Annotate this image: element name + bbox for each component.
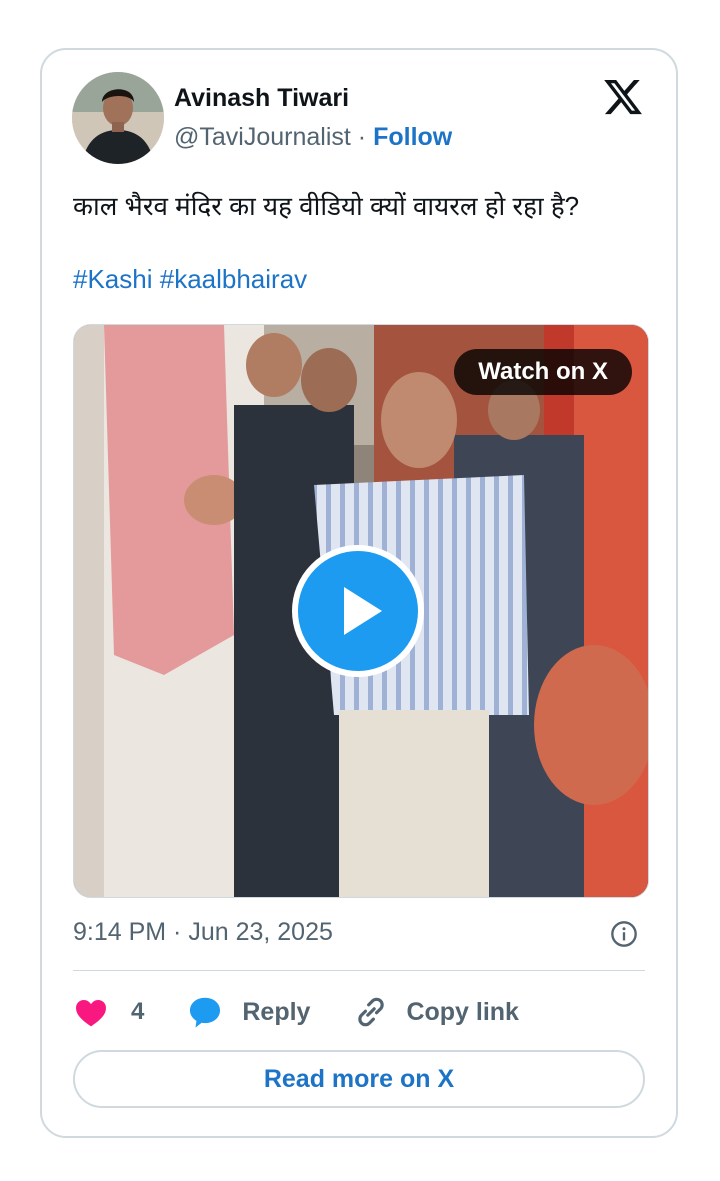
embedded-tweet-card: Avinash Tiwari @TaviJournalist · Follow … [40,48,678,1138]
hashtag-kashi[interactable]: #Kashi [73,264,153,294]
tweet-timestamp[interactable]: 9:14 PM · Jun 23, 2025 [73,918,333,947]
avatar-photo [72,72,164,164]
follow-button[interactable]: Follow [373,123,452,151]
author-handle-row: @TaviJournalist · Follow [174,123,452,152]
hashtags: #Kashi #kaalbhairav [73,264,307,295]
author-handle[interactable]: @TaviJournalist [174,123,351,151]
copy-link-label: Copy link [406,997,519,1026]
tweet-text: काल भैरव मंदिर का यह वीडियो क्यों वायरल … [73,191,580,221]
read-more-button[interactable]: Read more on X [73,1050,645,1108]
avatar[interactable] [72,72,164,164]
author-name[interactable]: Avinash Tiwari [174,84,349,113]
video-thumbnail[interactable]: Watch on X [73,324,649,898]
info-icon[interactable] [610,920,638,948]
hashtag-kaalbhairav[interactable]: #kaalbhairav [160,264,307,294]
play-icon [344,587,382,635]
like-count: 4 [131,998,145,1025]
heart-icon [76,1000,106,1027]
x-logo-icon[interactable] [602,76,644,118]
reply-button[interactable]: Reply [186,993,310,1031]
link-icon [358,997,385,1027]
like-button[interactable]: 4 [73,994,144,1030]
reply-bubble-icon [190,997,221,1028]
play-button[interactable] [292,545,424,677]
copy-link-button[interactable]: Copy link [352,993,519,1031]
reply-label: Reply [242,997,311,1026]
watch-on-x-button[interactable]: Watch on X [454,349,632,395]
tweet-actions: 4 Reply Copy link [73,992,519,1032]
divider [73,970,645,971]
handle-separator: · [357,123,367,151]
